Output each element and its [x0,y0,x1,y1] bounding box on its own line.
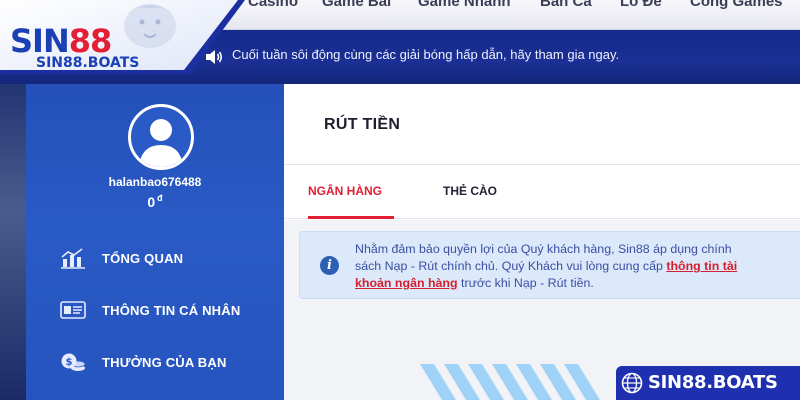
username: halanbao676488 [108,175,202,189]
info-notice: i Nhằm đảm bảo quyền lợi của Quý khách h… [299,231,800,299]
user-icon [139,119,183,167]
sidebar-item-label: TỔNG QUAN [102,251,184,266]
balance-currency: đ [157,193,163,203]
avatar[interactable] [128,104,194,170]
chart-icon [61,248,85,269]
announcement-text: Cuối tuần sôi động cùng các giải bóng hấ… [232,47,620,62]
tab-bank[interactable]: NGÂN HÀNG [308,184,382,198]
id-card-icon [60,301,86,319]
notice-line: Nhằm đảm bảo quyền lợi của Quý khách hàn… [355,242,732,256]
decorative-stripes [420,364,600,400]
logo-domain: SIN88.BOATS [36,55,140,71]
active-tab-indicator [308,216,394,219]
watermark-text: SIN88.BOATS [648,372,778,393]
sidebar-item-label: THÔNG TIN CÁ NHÂN [102,303,241,318]
sidebar-item-label: THƯỞNG CỦA BẠN [102,355,227,370]
page-background-strip [0,84,26,400]
sidebar-item-overview[interactable]: TỔNG QUAN [26,241,284,277]
tab-scratch-card[interactable]: THẺ CÀO [443,184,497,198]
sidebar-item-personal-info[interactable]: THÔNG TIN CÁ NHÂN [26,293,284,329]
lion-emblem [124,4,176,48]
payment-method-tabs: NGÂN HÀNG THẺ CÀO [284,165,800,219]
bank-info-link-cont[interactable]: khoản ngân hàng [355,276,458,290]
account-balance: 0đ [26,193,284,210]
sidebar-item-rewards[interactable]: $ THƯỞNG CỦA BẠN [26,345,284,381]
balance-amount: 0 [147,194,156,210]
nav-item-lo-de[interactable]: Lô Đề [620,0,662,10]
notice-line: khoản ngân hàng trước khi Nạp - Rút tiền… [355,276,594,290]
nav-item-cong-games[interactable]: Cổng Games [690,0,783,10]
coins-icon: $ [61,353,86,371]
notice-text: Nhằm đảm bảo quyền lợi của Quý khách hàn… [355,241,800,292]
nav-item-game-bai[interactable]: Game Bài [322,0,391,10]
account-sidebar: halanbao676488 0đ TỔNG QUAN THÔNG TIN CÁ… [26,84,284,400]
site-watermark: SIN88.BOATS [616,366,800,400]
withdraw-panel: RÚT TIỀN NGÂN HÀNG THẺ CÀO i Nhằm đảm bả… [284,84,800,400]
globe-icon [621,372,643,394]
brand-logo[interactable]: SIN88 SIN88.BOATS [0,0,245,84]
nav-item-game-nhanh[interactable]: Game Nhanh [418,0,511,10]
info-icon: i [320,256,339,275]
bank-info-link[interactable]: thông tin tài [666,259,737,273]
notice-line: sách Nạp - Rút chính chủ. Quý Khách vui … [355,259,738,273]
page-title: RÚT TIỀN [324,116,401,133]
svg-text:$: $ [66,357,73,368]
nav-item-casino[interactable]: Casino [248,0,298,10]
nav-item-ban-ca[interactable]: Bắn Cá [540,0,592,10]
